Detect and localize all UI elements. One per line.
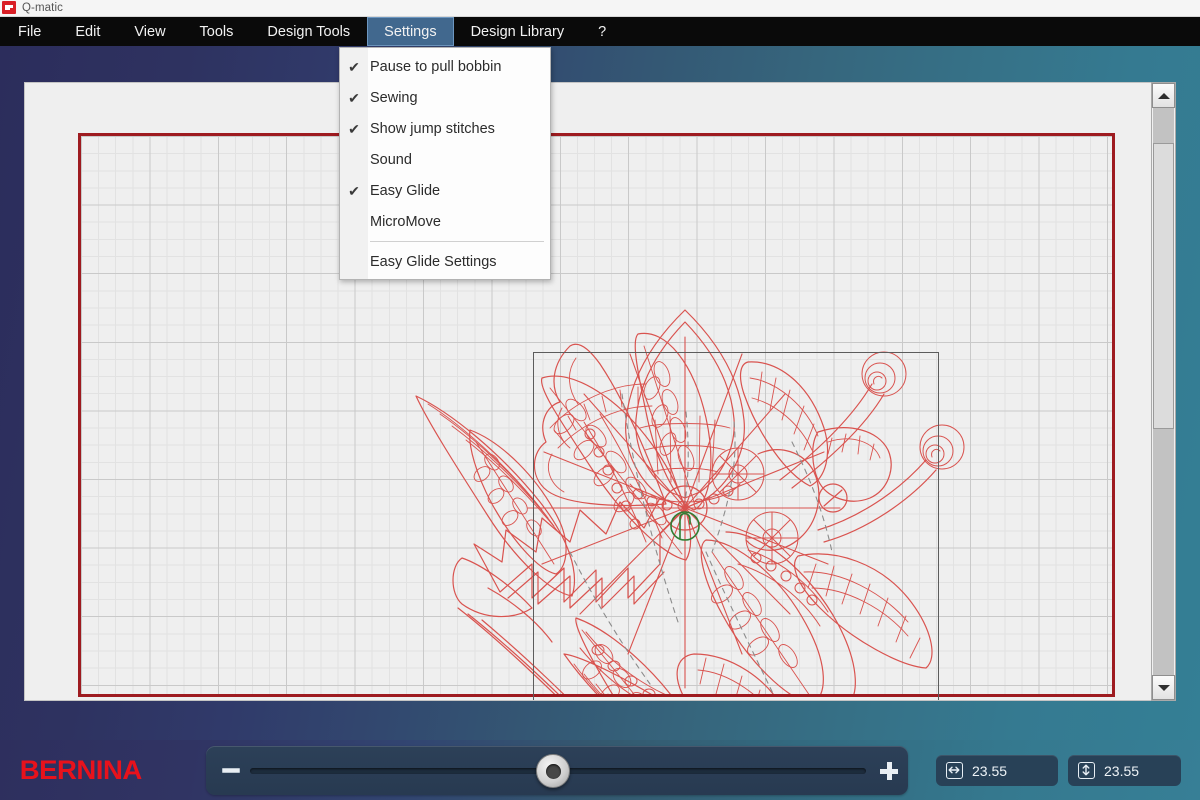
menu-item-label: View bbox=[134, 23, 166, 40]
settings-dropdown-menu[interactable]: ✔ Pause to pull bobbin ✔ Sewing ✔ Show j… bbox=[339, 47, 551, 280]
vertical-scrollbar[interactable] bbox=[1151, 82, 1176, 701]
app-window: Q-matic File Edit View Tools Design Tool… bbox=[0, 0, 1200, 800]
menu-item-view[interactable]: View bbox=[117, 17, 182, 46]
design-height-field[interactable]: 23.55 bbox=[1068, 755, 1181, 786]
menu-option-pause-to-pull-bobbin[interactable]: ✔ Pause to pull bobbin bbox=[340, 51, 550, 82]
menu-item-label: File bbox=[18, 23, 42, 40]
design-height-value: 23.55 bbox=[1104, 762, 1140, 779]
menu-option-label: Pause to pull bobbin bbox=[370, 58, 502, 75]
vscroll-track-upper[interactable] bbox=[1153, 108, 1174, 143]
menu-item-design-library[interactable]: Design Library bbox=[454, 17, 582, 46]
menu-item-edit[interactable]: Edit bbox=[58, 17, 117, 46]
check-icon: ✔ bbox=[348, 89, 360, 106]
menu-item-design-tools[interactable]: Design Tools bbox=[250, 17, 367, 46]
menu-item-label: Settings bbox=[384, 23, 437, 40]
menu-option-label: MicroMove bbox=[370, 213, 441, 230]
menu-item-tools[interactable]: Tools bbox=[183, 17, 251, 46]
menu-option-easy-glide[interactable]: ✔ Easy Glide bbox=[340, 175, 550, 206]
menu-bar: File Edit View Tools Design Tools Settin… bbox=[0, 17, 1200, 46]
menu-option-label: Show jump stitches bbox=[370, 120, 495, 137]
menu-option-easy-glide-settings[interactable]: Easy Glide Settings bbox=[340, 246, 550, 277]
menu-item-help[interactable]: ? bbox=[581, 17, 623, 46]
scroll-up-icon[interactable] bbox=[1152, 83, 1175, 108]
qmatic-logo-icon bbox=[2, 1, 16, 15]
menu-item-label: ? bbox=[598, 23, 607, 40]
minus-icon[interactable] bbox=[222, 768, 240, 773]
zoom-slider-panel[interactable] bbox=[206, 746, 908, 795]
menu-option-label: Sewing bbox=[370, 89, 418, 106]
design-boundary-area[interactable] bbox=[78, 133, 1115, 700]
vscroll-thumb[interactable] bbox=[1153, 143, 1174, 429]
menu-item-file[interactable]: File bbox=[0, 17, 58, 46]
menu-option-show-jump-stitches[interactable]: ✔ Show jump stitches bbox=[340, 113, 550, 144]
menu-item-label: Tools bbox=[199, 23, 234, 40]
plus-icon[interactable] bbox=[880, 762, 898, 780]
title-bar: Q-matic bbox=[0, 0, 1200, 17]
horizontal-resize-icon bbox=[946, 762, 963, 779]
window-title: Q-matic bbox=[22, 2, 63, 14]
zoom-slider-handle[interactable] bbox=[536, 754, 570, 788]
vscroll-track-lower[interactable] bbox=[1153, 429, 1174, 675]
design-width-value: 23.55 bbox=[972, 762, 1008, 779]
menu-option-label: Easy Glide Settings bbox=[370, 253, 497, 270]
design-canvas[interactable] bbox=[24, 82, 1166, 701]
check-icon: ✔ bbox=[348, 120, 360, 137]
menu-option-label: Easy Glide bbox=[370, 182, 441, 199]
bernina-logo: BERNINA bbox=[19, 755, 142, 785]
menu-separator bbox=[370, 241, 544, 242]
menu-option-micromove[interactable]: MicroMove bbox=[340, 206, 550, 237]
vertical-resize-icon bbox=[1078, 762, 1095, 779]
embroidery-design bbox=[415, 309, 965, 694]
design-width-field[interactable]: 23.55 bbox=[936, 755, 1058, 786]
check-icon: ✔ bbox=[348, 182, 360, 199]
menu-item-settings[interactable]: Settings bbox=[367, 17, 454, 46]
menu-option-label: Sound bbox=[370, 151, 412, 168]
menu-item-label: Edit bbox=[75, 23, 101, 40]
menu-option-sound[interactable]: Sound bbox=[340, 144, 550, 175]
menu-item-label: Design Tools bbox=[267, 23, 351, 40]
check-icon: ✔ bbox=[348, 58, 360, 75]
scroll-down-icon[interactable] bbox=[1152, 675, 1175, 700]
menu-option-sewing[interactable]: ✔ Sewing bbox=[340, 82, 550, 113]
menu-item-label: Design Library bbox=[470, 23, 565, 40]
